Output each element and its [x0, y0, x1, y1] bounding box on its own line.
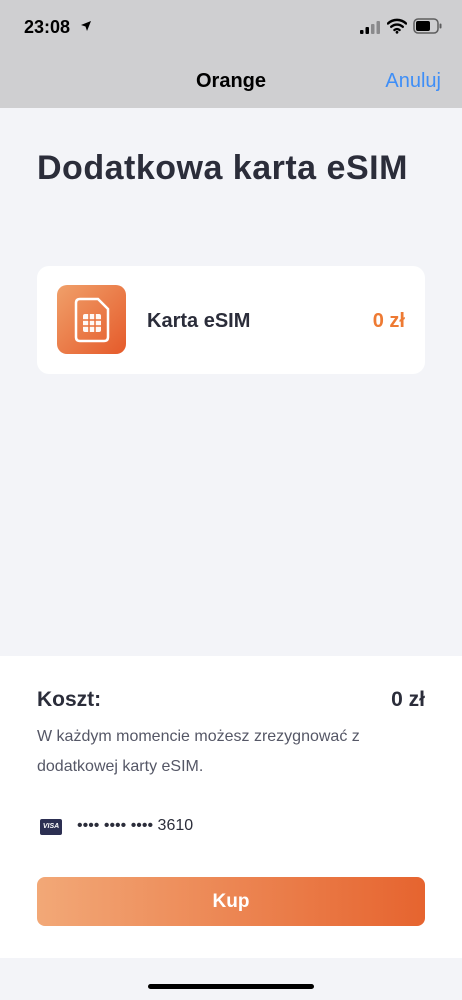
sim-card-icon: [74, 297, 110, 343]
cancel-button[interactable]: Anuluj: [385, 70, 441, 93]
visa-icon: VISA: [40, 819, 62, 835]
battery-icon: [413, 18, 442, 34]
item-price: 0 zł: [372, 310, 405, 332]
wifi-icon: [387, 18, 407, 34]
content-area: [0, 108, 462, 656]
home-area: [0, 958, 462, 1000]
page-title: Dodatkowa karta eSIM: [37, 149, 408, 187]
esim-item-card[interactable]: Karta eSIM 0 zł: [37, 266, 425, 374]
cost-label: Koszt:: [37, 688, 102, 711]
signal-icon: [360, 21, 380, 34]
home-indicator[interactable]: [148, 984, 314, 989]
item-label: Karta eSIM: [147, 310, 251, 332]
cost-note: W każdym momencie możesz zrezygnować z d…: [37, 728, 360, 775]
cost-value: 0 zł: [391, 688, 425, 711]
buy-button[interactable]: Kup: [37, 877, 425, 926]
card-number[interactable]: •••• •••• •••• 3610: [77, 817, 193, 835]
status-time: 23:08: [24, 17, 71, 37]
location-arrow-icon: [81, 21, 91, 31]
sim-tile: [57, 285, 126, 354]
